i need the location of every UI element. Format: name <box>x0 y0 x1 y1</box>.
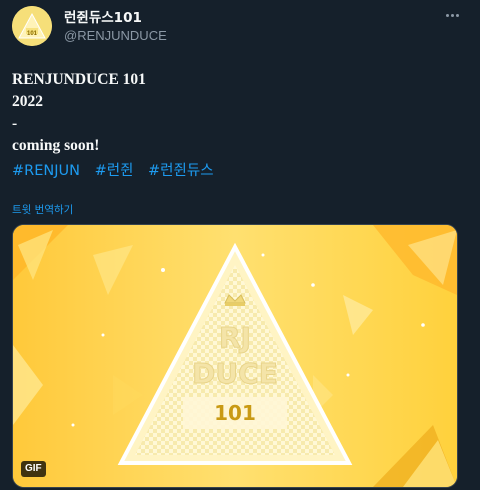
avatar-logo-icon: 101 <box>12 6 52 46</box>
tweet-header: 101 런쥔듀스101 @RENJUNDUCE <box>12 6 468 46</box>
avatar[interactable]: 101 <box>12 6 52 46</box>
gif-badge: GIF <box>21 461 46 477</box>
tweet-media-gif[interactable]: RJ DUCE 101 GIF <box>12 224 458 488</box>
hashtag-link[interactable]: #런쥔듀스 <box>148 163 214 179</box>
more-dots-icon <box>450 13 454 17</box>
tweet-text-line: 2022 <box>12 93 43 110</box>
hashtag-link[interactable]: #RENJUN <box>12 163 80 179</box>
tweet-text: RENJUNDUCE 101 2022 - coming soon! <box>12 69 468 157</box>
tweet-text-line: coming soon! <box>12 137 100 154</box>
more-options-button[interactable] <box>442 8 462 22</box>
tweet: 101 런쥔듀스101 @RENJUNDUCE RENJUNDUCE 101 2… <box>0 0 480 490</box>
more-dots-icon <box>455 13 459 17</box>
display-name[interactable]: 런쥔듀스101 <box>64 10 167 26</box>
translate-tweet-link[interactable]: 트윗 번역하기 <box>12 202 73 217</box>
logo-line-2: DUCE <box>192 357 278 390</box>
tweet-text-line: - <box>12 115 18 132</box>
logo-line-1: RJ <box>219 321 251 354</box>
hashtag-link[interactable]: #런쥔 <box>95 163 134 179</box>
logo-line-3: 101 <box>214 401 256 425</box>
more-dots-icon <box>445 13 449 17</box>
gif-artwork: RJ DUCE 101 <box>13 225 457 487</box>
author-names: 런쥔듀스101 @RENJUNDUCE <box>64 10 167 45</box>
tweet-text-line: RENJUNDUCE 101 <box>12 71 146 88</box>
avatar-text: 101 <box>27 31 38 37</box>
hashtag-list: #RENJUN #런쥔 #런쥔듀스 <box>12 160 224 182</box>
user-handle[interactable]: @RENJUNDUCE <box>64 27 167 45</box>
